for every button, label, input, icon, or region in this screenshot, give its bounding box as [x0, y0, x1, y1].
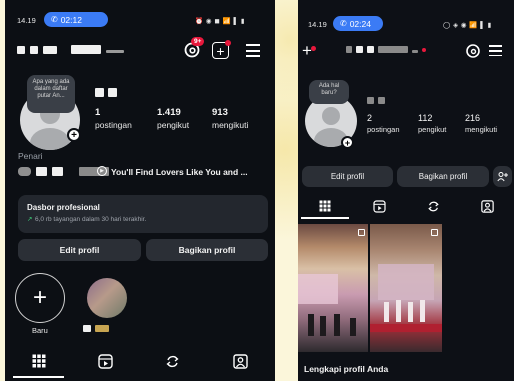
- stage-edge: [370, 324, 442, 332]
- reels-icon: [372, 199, 386, 213]
- tab-grid[interactable]: [298, 197, 352, 215]
- music-row[interactable]: [18, 167, 109, 176]
- tab-reels[interactable]: [72, 350, 139, 372]
- tab-tagged[interactable]: [460, 197, 514, 215]
- person-silhouette: [308, 314, 314, 336]
- add-person-icon: [497, 172, 508, 182]
- threads-icon[interactable]: [465, 43, 481, 59]
- tab-grid[interactable]: [5, 350, 72, 372]
- edit-profile-button[interactable]: Edit profil: [302, 166, 393, 187]
- call-pill[interactable]: ✆ 02:12: [44, 12, 108, 27]
- multiple-posts-icon: [431, 229, 438, 236]
- professional-dashboard[interactable]: Dasbor profesional ↗ 6,0 rb tayangan dal…: [18, 195, 268, 233]
- highlight-label-redacted: [83, 325, 109, 332]
- add-story-plus-icon[interactable]: +: [341, 136, 354, 149]
- system-status-icons: ◯ ◈ ◉ 📶 ▌ ▮: [443, 22, 492, 29]
- username-redacted[interactable]: [17, 45, 124, 54]
- tagged-icon: [480, 199, 494, 213]
- complete-profile-heading: Lengkapi profil Anda: [304, 364, 389, 374]
- tab-tagged[interactable]: [206, 350, 275, 372]
- call-pill[interactable]: ✆ 02:24: [333, 16, 383, 31]
- banner-shape: [298, 274, 338, 304]
- call-timer: 02:12: [60, 14, 82, 25]
- person-silhouette: [350, 318, 356, 336]
- phone-icon: ✆: [51, 15, 58, 24]
- new-highlight-button[interactable]: +: [15, 273, 65, 323]
- stat-posts[interactable]: 2 postingan: [367, 113, 400, 134]
- menu-icon[interactable]: [489, 45, 502, 57]
- left-phone-screen: 14.19 ✆ 02:12 ⏰ ◉ ◼ 📶 ▌ ▮ 9+ + + Apa yan…: [5, 0, 275, 381]
- dashboard-title: Dasbor profesional: [27, 203, 100, 212]
- menu-icon[interactable]: [246, 44, 260, 57]
- display-name-redacted: [95, 88, 117, 97]
- share-profile-button[interactable]: Bagikan profil: [146, 239, 268, 261]
- post-thumbnail-1[interactable]: [298, 224, 368, 352]
- category-label: Penari: [18, 151, 43, 161]
- create-plus-icon[interactable]: +: [302, 42, 312, 59]
- stat-following[interactable]: 216 mengikuti: [465, 113, 497, 134]
- edit-profile-button[interactable]: Edit profil: [18, 239, 141, 261]
- share-profile-button[interactable]: Bagikan profil: [397, 166, 489, 187]
- right-phone-screen: 14.19 ✆ 02:24 ◯ ◈ ◉ 📶 ▌ ▮ + + Ada hal ba…: [298, 0, 514, 381]
- person-silhouette: [334, 314, 340, 336]
- dancer-silhouette: [408, 302, 413, 322]
- repost-icon: [427, 201, 439, 211]
- tagged-icon: [233, 353, 248, 369]
- dancer-silhouette: [384, 302, 389, 322]
- dancer-silhouette: [396, 300, 401, 322]
- stage-backdrop: [378, 264, 434, 300]
- multiple-posts-icon: [358, 229, 365, 236]
- dashboard-subtitle: 6,0 rb tayangan dalam 30 hari terakhir.: [35, 216, 147, 223]
- post-thumbnail-2[interactable]: [370, 224, 442, 352]
- active-tab-indicator: [301, 217, 349, 219]
- stat-following[interactable]: 913 mengikuti: [212, 107, 248, 130]
- system-status-icons: ⏰ ◉ ◼ 📶 ▌ ▮: [195, 18, 245, 25]
- tab-reels[interactable]: [352, 197, 406, 215]
- stat-followers[interactable]: 112 pengikut: [418, 113, 446, 134]
- music-track-title[interactable]: You'll Find Lovers Like You and ...: [111, 167, 248, 177]
- stat-followers[interactable]: 1.419 pengikut: [157, 107, 189, 130]
- play-icon[interactable]: ▶: [97, 166, 107, 176]
- username-redacted[interactable]: [346, 46, 426, 53]
- new-dot: [311, 46, 316, 51]
- status-time: 14.19: [17, 16, 36, 25]
- new-highlight-label: Baru: [32, 326, 48, 335]
- note-bubble[interactable]: Apa yang ada dalam daftar putar An...: [27, 75, 75, 113]
- status-time: 14.19: [308, 20, 327, 29]
- highlight-thumbnail[interactable]: [87, 278, 127, 318]
- discover-people-button[interactable]: [493, 166, 512, 187]
- call-timer: 02:24: [349, 18, 371, 29]
- phone-icon: ✆: [340, 19, 347, 28]
- grid-icon: [32, 354, 45, 368]
- grid-icon: [319, 200, 331, 212]
- reels-icon: [98, 353, 113, 369]
- tab-reposts[interactable]: [406, 197, 460, 215]
- repost-icon: [166, 355, 179, 367]
- stat-posts[interactable]: 1 postingan: [95, 107, 132, 130]
- active-tab-indicator: [13, 376, 64, 378]
- display-name-redacted: [367, 97, 385, 104]
- tab-reposts[interactable]: [139, 350, 206, 372]
- new-dot: [225, 40, 231, 46]
- add-story-plus-icon[interactable]: +: [67, 128, 81, 142]
- note-bubble[interactable]: Ada hal baru?: [309, 80, 349, 104]
- person-silhouette: [320, 316, 326, 336]
- notification-badge: 9+: [191, 37, 205, 46]
- dancer-silhouette: [420, 300, 425, 322]
- trend-up-icon: ↗: [27, 216, 33, 223]
